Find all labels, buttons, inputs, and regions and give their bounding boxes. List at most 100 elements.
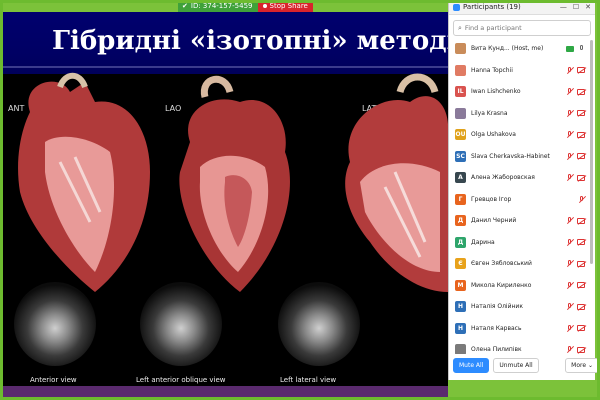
status-icons	[566, 88, 585, 95]
participant-row[interactable]: IL Iwan Lishchenko	[449, 81, 589, 103]
participant-row[interactable]: SC Slava Cherkavska-Habinet	[449, 146, 589, 168]
stop-icon	[262, 4, 267, 8]
avatar: OU	[455, 129, 466, 141]
minimize-icon[interactable]: —	[560, 3, 567, 11]
video-off-icon	[577, 325, 585, 332]
stop-share-label: Stop Share	[269, 2, 308, 10]
participant-row[interactable]: Олена Пилипівк	[449, 339, 589, 354]
participant-name: Алена Жаборовская	[471, 174, 535, 182]
more-label: More	[571, 361, 587, 369]
participant-row[interactable]: Вита Кунд... (Host, me)	[449, 38, 589, 60]
zoom-logo-icon	[453, 3, 460, 11]
avatar: М	[455, 279, 466, 291]
participant-row[interactable]: Д Дарина	[449, 232, 589, 254]
participant-list: Вита Кунд... (Host, me) Hanna Topchii IL Iw…	[449, 38, 589, 354]
avatar: Д	[455, 236, 466, 248]
participant-name: Наталя Карвась	[471, 324, 522, 332]
status-icons	[566, 109, 585, 117]
meeting-id-badge[interactable]: ✔ ID: 374-157-5459	[178, 0, 258, 12]
meeting-id-text: ID: 374-157-5459	[190, 2, 253, 10]
screen-share-bar: ✔ ID: 374-157-5459 Stop Share	[178, 0, 313, 12]
mic-icon	[578, 45, 585, 52]
heart-anterior-image	[18, 72, 150, 292]
participant-name: Олена Пилипівк	[471, 346, 522, 354]
status-icons	[566, 174, 585, 181]
avatar: IL	[455, 86, 466, 98]
bottom-strip	[0, 386, 448, 400]
mic-muted-icon	[566, 88, 573, 95]
participant-name: Lilya Krasna	[471, 109, 508, 117]
participant-row[interactable]: Г Гревцов Ігор	[449, 189, 589, 211]
mic-muted-icon	[566, 260, 573, 267]
video-off-icon	[577, 153, 585, 160]
mic-muted-icon	[566, 109, 573, 117]
status-icons	[566, 324, 585, 332]
title-divider	[0, 66, 448, 68]
avatar: Н	[455, 301, 466, 313]
scan-anterior	[14, 282, 96, 366]
participant-name: Євген Зябловський	[471, 260, 532, 268]
participant-name: Гревцов Ігор	[471, 195, 512, 203]
participant-row[interactable]: М Микола Кириленко	[449, 275, 589, 297]
mic-muted-icon	[566, 238, 573, 246]
participant-row[interactable]: Hanna Topchii	[449, 60, 589, 82]
status-icons	[566, 131, 585, 138]
participants-title: Participants (19)	[463, 3, 521, 11]
participant-name: Olga Ushakova	[471, 131, 516, 139]
search-icon: ⌕	[458, 23, 462, 32]
participant-name: Микола Кириленко	[471, 281, 532, 289]
avatar	[455, 344, 466, 354]
participant-row[interactable]: OU Olga Ushakova	[449, 124, 589, 146]
stop-share-button[interactable]: Stop Share	[257, 0, 313, 12]
avatar	[455, 64, 466, 76]
avatar: Н	[455, 322, 466, 334]
avatar: SC	[455, 150, 466, 162]
participant-search[interactable]: ⌕	[453, 20, 591, 36]
mic-muted-icon	[566, 131, 573, 138]
participant-row[interactable]: Є Євген Зябловський	[449, 253, 589, 275]
panel-header: Participants (19) — ☐ ✕	[449, 0, 595, 15]
video-off-icon	[577, 88, 585, 95]
scrollbar[interactable]	[590, 40, 593, 264]
mic-muted-icon	[566, 152, 573, 160]
participant-name: Iwan Lishchenko	[471, 88, 521, 96]
avatar: Д	[455, 215, 466, 227]
close-icon[interactable]: ✕	[585, 3, 591, 11]
more-button[interactable]: More ⌄	[565, 357, 599, 373]
caption-anterior: Anterior view	[30, 376, 77, 384]
video-off-icon	[577, 110, 585, 117]
video-off-icon	[577, 260, 585, 267]
status-icons	[566, 238, 585, 246]
status-icons	[566, 281, 585, 289]
status-icons	[566, 66, 585, 74]
participant-name: Hanna Topchii	[471, 66, 513, 74]
video-off-icon	[577, 174, 585, 181]
maximize-icon[interactable]: ☐	[573, 3, 579, 11]
status-icons	[578, 195, 585, 203]
status-icons	[566, 303, 585, 310]
avatar: Г	[455, 193, 466, 205]
mic-muted-icon	[566, 174, 573, 181]
participant-row[interactable]: Lilya Krasna	[449, 103, 589, 125]
mic-muted-icon	[578, 195, 585, 203]
mic-muted-icon	[566, 281, 573, 289]
status-icons	[566, 45, 585, 52]
participant-name: Вита Кунд... (Host, me)	[471, 45, 544, 53]
participant-name: Наталія Олійник	[471, 303, 523, 311]
mic-muted-icon	[566, 303, 573, 310]
search-input[interactable]	[464, 24, 575, 32]
mute-all-button[interactable]: Mute All	[453, 357, 490, 373]
participant-row[interactable]: Н Наталя Карвась	[449, 318, 589, 340]
participant-name: Slava Cherkavska-Habinet	[471, 152, 550, 160]
video-off-icon	[577, 303, 585, 310]
scan-lateral	[278, 282, 360, 366]
participant-row[interactable]: Д Данил Черний	[449, 210, 589, 232]
status-icons	[566, 260, 585, 267]
participant-row[interactable]: А Алена Жаборовская	[449, 167, 589, 189]
participant-name: Данил Черний	[471, 217, 517, 225]
mic-muted-icon	[566, 324, 573, 332]
panel-footer: Mute All Unmute All More ⌄	[449, 356, 600, 374]
participant-row[interactable]: Н Наталія Олійник	[449, 296, 589, 318]
unmute-all-button[interactable]: Unmute All	[493, 357, 539, 373]
mic-muted-icon	[566, 346, 573, 353]
